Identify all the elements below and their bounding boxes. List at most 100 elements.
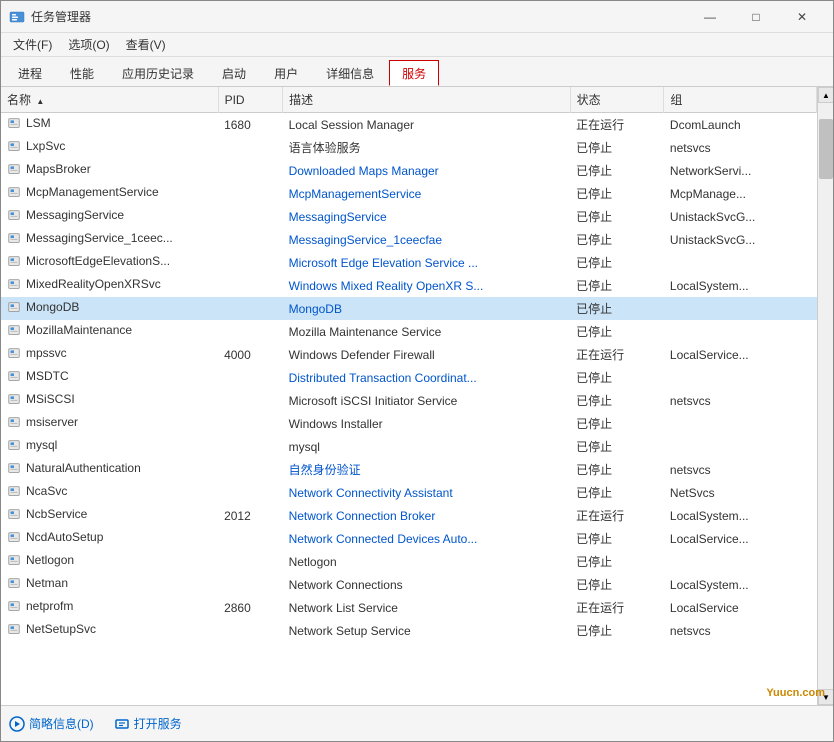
menu-options[interactable]: 选项(O)	[60, 34, 117, 55]
service-icon	[7, 576, 21, 590]
service-icon	[7, 484, 21, 498]
service-name-text: LxpSvc	[26, 139, 65, 153]
title-bar: 任务管理器 — □ ✕	[1, 1, 833, 33]
table-row[interactable]: NaturalAuthentication自然身份验证已停止netsvcs	[1, 458, 817, 481]
service-pid-cell	[218, 573, 283, 596]
table-row[interactable]: MixedRealityOpenXRSvcWindows Mixed Reali…	[1, 274, 817, 297]
table-row[interactable]: NetmanNetwork Connections已停止LocalSystem.…	[1, 573, 817, 596]
summary-toggle[interactable]: 简略信息(D)	[9, 715, 94, 732]
table-row[interactable]: NcdAutoSetup Network Connected Devices Au…	[1, 527, 817, 550]
service-icon	[7, 162, 21, 176]
service-name-text: NcaSvc	[26, 484, 67, 498]
service-desc-cell: Network Connections	[283, 573, 570, 596]
table-row[interactable]: MessagingService_1ceec...MessagingServic…	[1, 228, 817, 251]
table-row[interactable]: MSDTCDistributed Transaction Coordinat..…	[1, 366, 817, 389]
table-row[interactable]: MessagingServiceMessagingService已停止Unist…	[1, 205, 817, 228]
table-row[interactable]: LxpSvc语言体验服务已停止netsvcs	[1, 136, 817, 159]
close-button[interactable]: ✕	[779, 1, 825, 33]
service-icon	[7, 300, 21, 314]
service-name-text: MSiSCSI	[26, 392, 75, 406]
table-row[interactable]: msiserver Windows Installer已停止	[1, 412, 817, 435]
service-desc-cell: Downloaded Maps Manager	[283, 159, 570, 182]
tab-users[interactable]: 用户	[261, 60, 311, 86]
maximize-button[interactable]: □	[733, 1, 779, 33]
minimize-button[interactable]: —	[687, 1, 733, 33]
service-group-cell	[664, 550, 817, 573]
service-group-cell	[664, 412, 817, 435]
service-desc-cell: 语言体验服务	[283, 136, 570, 159]
tab-app-history[interactable]: 应用历史记录	[109, 60, 207, 86]
tab-services[interactable]: 服务	[389, 60, 439, 86]
service-name-cell: MixedRealityOpenXRSvc	[1, 274, 186, 294]
service-name-text: MessagingService	[26, 208, 124, 222]
service-icon	[7, 369, 21, 383]
service-pid-cell	[218, 412, 283, 435]
scroll-up-button[interactable]: ▲	[818, 87, 833, 103]
service-pid-cell	[218, 297, 283, 320]
table-row[interactable]: netprofm2860Network List Service正在运行Loca…	[1, 596, 817, 619]
service-status-cell: 正在运行	[570, 504, 664, 527]
service-name-cell: MSiSCSI	[1, 389, 186, 409]
tab-performance[interactable]: 性能	[57, 60, 107, 86]
service-desc-cell: Network Connected Devices Auto...	[283, 527, 570, 550]
service-pid-cell: 2860	[218, 596, 283, 619]
scrollbar[interactable]: ▲ ▼	[817, 87, 833, 705]
table-row[interactable]: NetSetupSvcNetwork Setup Service已停止netsv…	[1, 619, 817, 642]
table-row[interactable]: NcbService2012Network Connection Broker正…	[1, 504, 817, 527]
service-name-cell: MozillaMaintenance	[1, 320, 186, 340]
col-header-status[interactable]: 状态	[570, 87, 664, 113]
service-icon	[7, 277, 21, 291]
table-row[interactable]: MapsBrokerDownloaded Maps Manager已停止Netw…	[1, 159, 817, 182]
col-header-desc[interactable]: 描述	[283, 87, 570, 113]
scroll-thumb[interactable]	[819, 119, 833, 179]
service-pid-cell	[218, 228, 283, 251]
table-row[interactable]: McpManagementServiceMcpManagementService…	[1, 182, 817, 205]
service-status-cell: 已停止	[570, 389, 664, 412]
tab-details[interactable]: 详细信息	[313, 60, 387, 86]
service-pid-cell: 4000	[218, 343, 283, 366]
table-row[interactable]: LSM1680Local Session Manager正在运行DcomLaun…	[1, 113, 817, 137]
service-pid-cell: 1680	[218, 113, 283, 137]
service-name-text: MixedRealityOpenXRSvc	[26, 277, 161, 291]
scroll-track[interactable]	[818, 103, 833, 689]
main-window: 任务管理器 — □ ✕ 文件(F) 选项(O) 查看(V) 进程 性能 应用历史…	[0, 0, 834, 742]
service-name-cell: mysql	[1, 435, 186, 455]
menu-view[interactable]: 查看(V)	[118, 34, 174, 55]
service-status-cell: 已停止	[570, 159, 664, 182]
service-group-cell	[664, 366, 817, 389]
service-status-cell: 已停止	[570, 412, 664, 435]
table-row[interactable]: mysqlmysql已停止	[1, 435, 817, 458]
service-desc-cell: Windows Installer	[283, 412, 570, 435]
status-bar: 简略信息(D) 打开服务	[1, 705, 833, 741]
services-table-container[interactable]: 名称 ▲ PID 描述 状态	[1, 87, 817, 705]
service-icon	[7, 346, 21, 360]
service-icon	[7, 415, 21, 429]
service-name-text: NcdAutoSetup	[26, 530, 103, 544]
open-services-button[interactable]: 打开服务	[114, 715, 182, 732]
service-name-text: NetSetupSvc	[26, 622, 96, 636]
table-row[interactable]: MicrosoftEdgeElevationS...Microsoft Edge…	[1, 251, 817, 274]
tab-startup[interactable]: 启动	[209, 60, 259, 86]
service-name-cell: MSDTC	[1, 366, 186, 386]
service-group-cell: LocalSystem...	[664, 504, 817, 527]
table-row[interactable]: NcaSvcNetwork Connectivity Assistant已停止N…	[1, 481, 817, 504]
tab-process[interactable]: 进程	[5, 60, 55, 86]
service-icon	[7, 231, 21, 245]
service-desc-cell: Network Connection Broker	[283, 504, 570, 527]
summary-label: 简略信息(D)	[29, 715, 94, 732]
table-row[interactable]: MongoDBMongoDB已停止	[1, 297, 817, 320]
col-header-group[interactable]: 组	[664, 87, 817, 113]
col-header-name[interactable]: 名称 ▲	[1, 87, 218, 113]
service-name-cell: McpManagementService	[1, 182, 186, 202]
col-header-pid[interactable]: PID	[218, 87, 283, 113]
table-row[interactable]: MSiSCSIMicrosoft iSCSI Initiator Service…	[1, 389, 817, 412]
menu-file[interactable]: 文件(F)	[5, 34, 60, 55]
service-name-text: msiserver	[26, 415, 78, 429]
services-icon	[114, 716, 130, 732]
table-row[interactable]: mpssvc4000Windows Defender Firewall正在运行L…	[1, 343, 817, 366]
table-row[interactable]: NetlogonNetlogon已停止	[1, 550, 817, 573]
service-pid-cell	[218, 458, 283, 481]
table-row[interactable]: MozillaMaintenanceMozilla Maintenance Se…	[1, 320, 817, 343]
service-desc-cell: 自然身份验证	[283, 458, 570, 481]
service-pid-cell	[218, 435, 283, 458]
